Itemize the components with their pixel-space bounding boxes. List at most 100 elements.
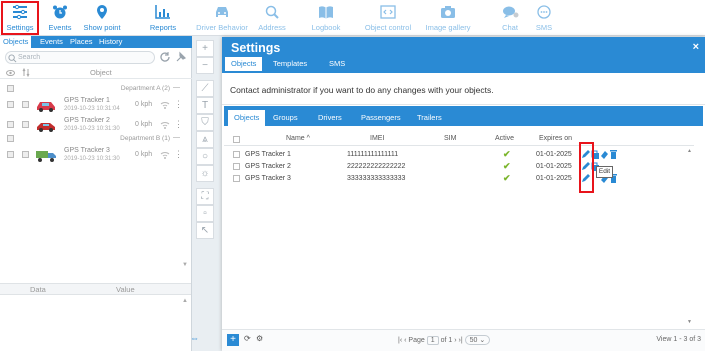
object-search-input[interactable]: Search (5, 51, 155, 64)
scroll-up-arrow[interactable]: ▲ (182, 298, 188, 304)
add-object-button[interactable]: + (227, 334, 239, 346)
subtab-objects[interactable]: Objects (228, 110, 266, 126)
search-icon (265, 5, 279, 19)
scroll-down-arrow[interactable]: ▼ (182, 262, 188, 268)
group-row[interactable]: Department A (2) — (0, 84, 190, 94)
device-menu-icon[interactable]: ⋮ (174, 149, 183, 160)
sim-column-header[interactable]: SIM (444, 135, 456, 142)
zoom-in-button[interactable]: + (196, 40, 214, 57)
toolbar-sms-button[interactable]: SMS (521, 2, 567, 34)
table-row[interactable]: GPS Tracker 1 111111111111111 ✔ 01-01-20… (224, 149, 694, 161)
subtab-groups[interactable]: Groups (267, 110, 304, 126)
refresh-icon[interactable] (159, 51, 171, 63)
toolbar-logbook-button[interactable]: Logbook (303, 2, 349, 34)
tab-templates[interactable]: Templates (267, 57, 313, 71)
first-page-icon[interactable]: |‹ (398, 337, 402, 344)
row-checkbox[interactable] (233, 175, 240, 182)
toolbar-image-gallery-button[interactable]: Image gallery (420, 2, 476, 34)
next-page-icon[interactable]: › (454, 337, 456, 344)
page-input[interactable]: 1 (426, 336, 439, 345)
shield-icon[interactable]: ⛉ (196, 114, 214, 131)
subtab-drivers[interactable]: Drivers (312, 110, 348, 126)
tab-objects-settings[interactable]: Objects (225, 57, 263, 71)
fullscreen-icon[interactable]: ⛶ (196, 188, 214, 205)
device-speed: 0 kph (135, 121, 153, 128)
toolbar-address-button[interactable]: Address (249, 2, 295, 34)
last-page-icon[interactable]: ›| (459, 337, 463, 344)
follow-icon[interactable] (22, 68, 30, 77)
device-speed: 0 kph (135, 151, 153, 158)
collapse-icon[interactable]: — (173, 84, 180, 91)
view-count: View 1 - 3 of 3 (656, 336, 701, 343)
subtab-trailers[interactable]: Trailers (411, 110, 448, 126)
tab-objects[interactable]: Objects (0, 36, 32, 48)
device-follow-checkbox[interactable] (22, 151, 29, 158)
circle-tool-icon[interactable]: ○ (196, 148, 214, 165)
toolbar-driver-behavior-label: Driver Behavior (196, 23, 248, 32)
device-menu-icon[interactable]: ⋮ (174, 119, 183, 130)
device-visible-checkbox[interactable] (7, 101, 14, 108)
device-follow-checkbox[interactable] (22, 101, 29, 108)
active-column-header[interactable]: Active (495, 135, 514, 142)
select-all-checkbox[interactable] (233, 136, 240, 143)
search-placeholder: Search (18, 54, 41, 61)
active-check-icon: ✔ (503, 173, 511, 183)
tab-places[interactable]: Places (70, 37, 93, 46)
toolbar-driver-behavior-button[interactable]: Driver Behavior (193, 2, 251, 34)
toolbar-events-button[interactable]: Events (37, 2, 83, 34)
table-row[interactable]: GPS Tracker 3 333333333333333 ✔ 01-01-20… (224, 173, 694, 185)
device-row[interactable]: GPS Tracker 1 2019-10-23 10:31:04 0 kph … (0, 95, 190, 117)
delete-icon[interactable] (609, 150, 618, 159)
eye-icon[interactable] (6, 69, 15, 77)
subtab-passengers[interactable]: Passengers (355, 110, 407, 126)
device-menu-icon[interactable]: ⋮ (174, 99, 183, 110)
sms-icon (537, 5, 551, 19)
device-row[interactable]: GPS Tracker 3 2019-10-23 10:31:30 0 kph … (0, 145, 190, 167)
alarm-icon (53, 5, 67, 19)
device-visible-checkbox[interactable] (7, 151, 14, 158)
toolbar-show-point-button[interactable]: Show point (79, 2, 125, 34)
frame-icon[interactable]: ▫ (196, 205, 214, 222)
prev-page-icon[interactable]: ‹ (404, 337, 406, 344)
rows-per-page-select[interactable]: 50 ⌄ (464, 335, 491, 345)
device-speed: 0 kph (135, 101, 153, 108)
route-icon[interactable]: ⩓ (196, 131, 214, 148)
admin-notice: Contact administrator if you want to do … (230, 85, 494, 95)
toolbar-object-control-button[interactable]: Object control (357, 2, 419, 34)
collapse-icon[interactable]: — (173, 134, 180, 141)
imei-column-header[interactable]: IMEI (370, 135, 384, 142)
tab-sms[interactable]: SMS (323, 57, 351, 71)
zoom-out-button[interactable]: − (196, 57, 214, 74)
expand-panel-icon[interactable]: ⇔ (190, 333, 199, 343)
device-follow-checkbox[interactable] (22, 121, 29, 128)
text-tool-icon[interactable]: T (196, 97, 214, 114)
group-checkbox[interactable] (7, 135, 14, 142)
group-checkbox[interactable] (7, 85, 14, 92)
pagination: |‹ ‹ Page 1 of 1 › ›| 50 ⌄ (398, 335, 491, 345)
refresh-icon[interactable]: ⟳ (244, 334, 251, 343)
signal-icon (160, 102, 170, 109)
divider (222, 104, 705, 105)
expires-column-header[interactable]: Expires on (539, 135, 572, 142)
row-checkbox[interactable] (233, 151, 240, 158)
group-row[interactable]: Department B (1) — (0, 134, 190, 144)
row-checkbox[interactable] (233, 163, 240, 170)
table-scroll-up[interactable]: ▲ (687, 148, 692, 154)
toolbar-reports-button[interactable]: Reports (140, 2, 186, 34)
tab-history[interactable]: History (99, 37, 122, 46)
sun-icon[interactable]: ☼ (196, 165, 214, 182)
pin-icon[interactable] (175, 51, 187, 63)
table-header: Name ^ IMEI SIM Active Expires on (224, 133, 694, 146)
device-visible-checkbox[interactable] (7, 121, 14, 128)
tab-events[interactable]: Events (40, 37, 63, 46)
table-scroll-down[interactable]: ▼ (687, 319, 692, 325)
settings-gear-icon[interactable]: ⚙ (256, 334, 263, 343)
eraser-icon[interactable] (600, 150, 609, 159)
name-column-header[interactable]: Name ^ (286, 135, 310, 142)
ruler-icon[interactable]: ⟋ (196, 80, 214, 97)
pointer-icon[interactable]: ↖ (196, 222, 214, 239)
top-toolbar: Settings Events Show point Reports Drive… (0, 0, 705, 36)
device-name: GPS Tracker 3 (64, 147, 110, 154)
table-row[interactable]: GPS Tracker 2 222222222222222 ✔ 01-01-20… (224, 161, 694, 173)
close-icon[interactable]: × (693, 41, 699, 53)
